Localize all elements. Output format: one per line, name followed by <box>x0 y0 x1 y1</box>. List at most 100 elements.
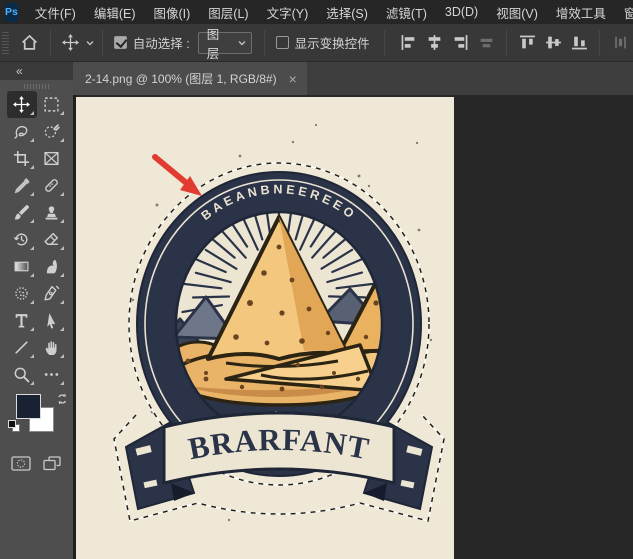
screen-mode-button[interactable] <box>41 454 63 472</box>
tools-panel-grip[interactable] <box>23 84 50 89</box>
history-brush-tool[interactable] <box>7 226 37 253</box>
home-button[interactable] <box>17 30 43 56</box>
brush-icon <box>14 204 30 220</box>
move-tool-preset-button[interactable] <box>58 30 84 56</box>
align-bottom-edges-icon <box>571 36 587 50</box>
eyedropper-icon <box>14 178 30 194</box>
smudge-tool[interactable] <box>37 253 67 280</box>
align-horizontal-centers-icon <box>428 35 441 50</box>
options-bar-grip[interactable] <box>2 31 9 54</box>
auto-select-target-value: 图层 <box>206 27 220 61</box>
document-tab[interactable]: 2-14.png @ 100% (图层 1, RGB/8#) × <box>73 62 307 95</box>
separator <box>101 29 103 56</box>
menu-select[interactable]: 选择(S) <box>317 0 377 24</box>
foreground-color-swatch[interactable] <box>16 394 41 419</box>
align-left-edges-button[interactable] <box>396 30 422 56</box>
tools-grid <box>0 91 73 388</box>
align-top-edges-icon <box>519 35 535 49</box>
panel-divider <box>73 80 76 559</box>
distribute-vertically-button[interactable] <box>607 30 633 56</box>
healing-brush-icon <box>45 179 58 192</box>
distribute-horizontally-icon <box>480 38 493 48</box>
menu-3d[interactable]: 3D(D) <box>436 0 487 24</box>
separator <box>49 29 51 56</box>
move-tool-icon <box>62 34 80 51</box>
red-arrow-annotation <box>152 154 202 196</box>
distribute-horizontally-button[interactable] <box>473 30 499 56</box>
menu-view[interactable]: 视图(V) <box>487 0 547 24</box>
quick-mask-button[interactable] <box>10 454 32 472</box>
show-transform-controls-checkbox[interactable] <box>275 36 289 49</box>
path-selection-tool[interactable] <box>37 307 67 334</box>
edit-toolbar-button[interactable] <box>37 361 67 388</box>
tools-panel <box>0 80 73 559</box>
lasso-tool[interactable] <box>7 118 37 145</box>
pen-icon <box>44 285 60 301</box>
crop-tool[interactable] <box>7 145 37 172</box>
menu-plugins[interactable]: 增效工具 <box>547 0 615 24</box>
zoom-tool[interactable] <box>7 361 37 388</box>
hand-tool[interactable] <box>37 334 67 361</box>
smudge-icon <box>46 259 57 274</box>
align-vertical-centers-button[interactable] <box>540 30 566 56</box>
align-vertical-centers-icon <box>545 36 561 49</box>
document-canvas[interactable]: BAEANBNEEREEO BRARFANT <box>76 97 454 559</box>
menu-edit[interactable]: 编辑(E) <box>85 0 145 24</box>
photoshop-logo: Ps <box>5 2 18 22</box>
align-horizontal-centers-button[interactable] <box>422 30 448 56</box>
separator <box>599 29 601 56</box>
path-selection-icon <box>47 313 56 329</box>
menu-file[interactable]: 文件(F) <box>26 0 85 24</box>
auto-select-checkbox[interactable] <box>113 36 127 49</box>
align-right-edges-icon <box>454 35 468 50</box>
close-tab-button[interactable]: × <box>289 72 297 86</box>
lasso-icon <box>14 126 28 139</box>
default-colors-icon[interactable] <box>8 420 21 433</box>
clone-stamp-icon <box>45 206 58 220</box>
history-brush-icon <box>14 233 28 246</box>
line-icon <box>15 341 28 354</box>
chevron-down-icon[interactable] <box>85 38 95 48</box>
eyedropper-tool[interactable] <box>7 172 37 199</box>
move-tool-icon <box>13 96 30 113</box>
align-right-edges-button[interactable] <box>447 30 473 56</box>
home-icon <box>22 34 38 50</box>
menu-filter[interactable]: 滤镜(T) <box>377 0 436 24</box>
spot-healing-brush-tool[interactable] <box>37 172 67 199</box>
pen-tool[interactable] <box>37 280 67 307</box>
rectangular-marquee-tool[interactable] <box>37 91 67 118</box>
auto-select-target-dropdown[interactable]: 图层 <box>197 28 252 61</box>
object-selection-tool[interactable] <box>37 118 67 145</box>
screen-mode-icon <box>43 455 61 470</box>
separator <box>506 29 508 56</box>
object-selection-icon <box>44 124 60 138</box>
align-left-edges-icon <box>401 35 415 50</box>
gradient-tool[interactable] <box>7 253 37 280</box>
brush-tool[interactable] <box>7 199 37 226</box>
separator <box>263 29 265 56</box>
document-tab-title: 2-14.png @ 100% (图层 1, RGB/8#) <box>85 72 277 86</box>
collapse-panels-button[interactable]: « <box>16 64 23 78</box>
hand-icon <box>45 341 57 355</box>
type-icon <box>15 314 28 328</box>
type-tool[interactable] <box>7 307 37 334</box>
align-bottom-edges-button[interactable] <box>566 30 592 56</box>
marquee-icon <box>44 97 59 112</box>
menu-window[interactable]: 窗口(W) <box>615 0 633 24</box>
dodge-tool[interactable] <box>7 280 37 307</box>
menu-type[interactable]: 文字(Y) <box>258 0 318 24</box>
dodge-icon <box>15 287 28 300</box>
ellipsis-icon <box>44 373 59 376</box>
frame-tool[interactable] <box>37 145 67 172</box>
eraser-tool[interactable] <box>37 226 67 253</box>
menu-layer[interactable]: 图层(L) <box>199 0 257 24</box>
menu-bar: Ps 文件(F) 编辑(E) 图像(I) 图层(L) 文字(Y) 选择(S) 滤… <box>0 0 633 24</box>
line-tool[interactable] <box>7 334 37 361</box>
align-top-edges-button[interactable] <box>514 30 540 56</box>
clone-stamp-tool[interactable] <box>37 199 67 226</box>
options-bar: 自动选择 : 图层 显示变换控件 <box>0 24 633 62</box>
menu-image[interactable]: 图像(I) <box>144 0 199 24</box>
eraser-icon <box>44 232 59 245</box>
move-tool[interactable] <box>6 91 37 118</box>
swap-colors-icon[interactable] <box>56 392 70 406</box>
